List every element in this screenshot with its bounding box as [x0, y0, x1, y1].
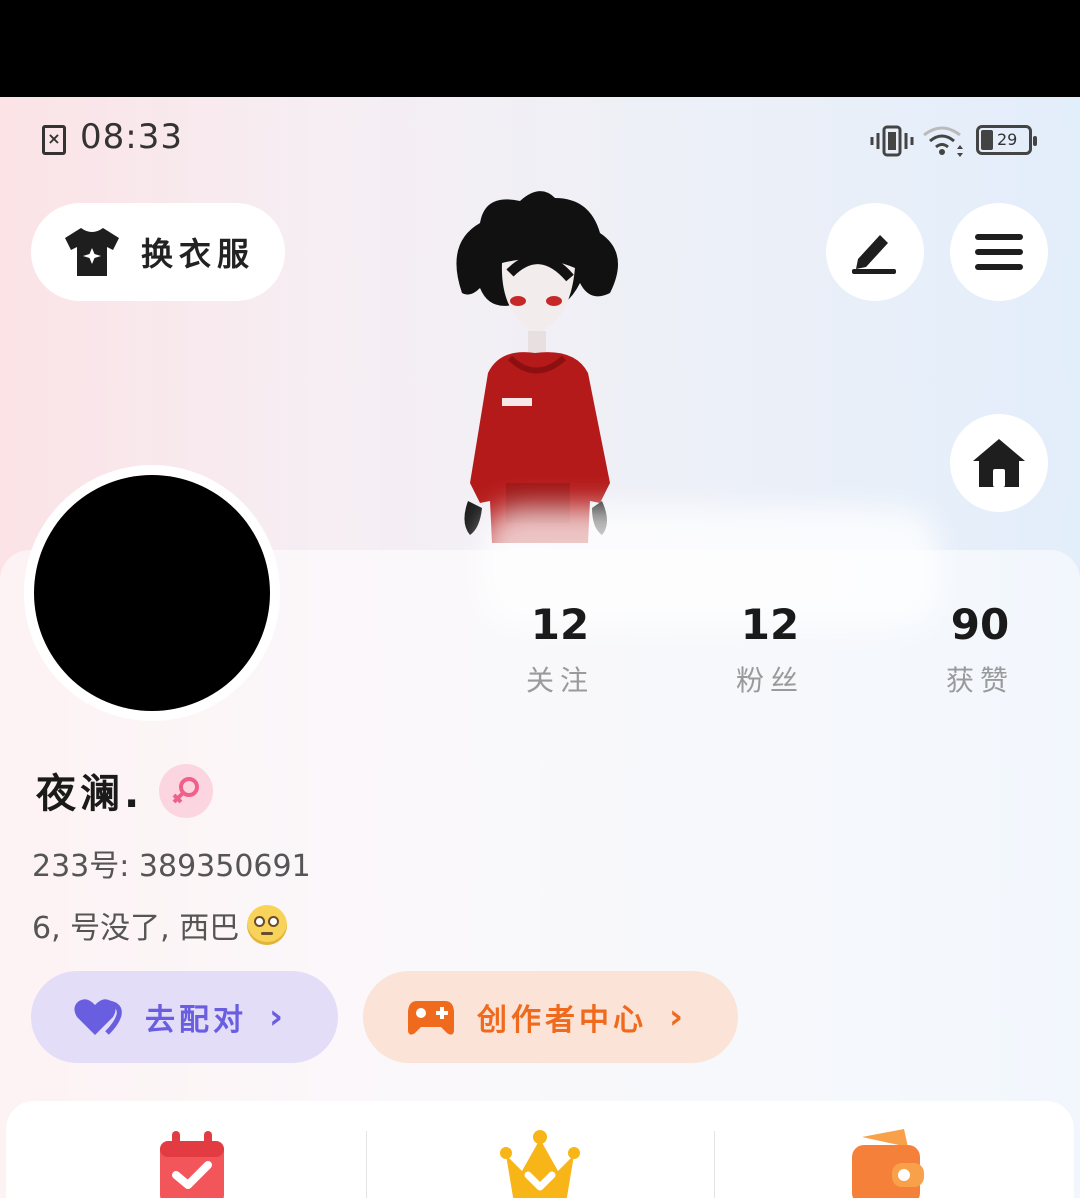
go-match-label: 去配对 [145, 1003, 247, 1038]
battery-icon: 29 [976, 125, 1037, 155]
change-outfit-button[interactable]: 换衣服 [31, 203, 285, 301]
creator-center-button[interactable]: 创作者中心 › [363, 971, 738, 1063]
user-id: 233号: 389350691 [32, 849, 311, 884]
edit-profile-button[interactable] [826, 203, 924, 301]
likes-label: 获赞 [945, 664, 1014, 697]
eye-roll-emoji-icon [247, 905, 288, 945]
menu-button[interactable] [950, 203, 1048, 301]
gender-badge [159, 764, 213, 818]
status-time: 08:33 [80, 117, 183, 157]
vibrate-icon [870, 125, 914, 157]
divider [714, 1131, 715, 1198]
female-icon [172, 777, 199, 804]
bio-text: 6, 号没了, 西巴 [32, 911, 240, 946]
bottom-shortcuts [6, 1101, 1074, 1198]
bio: 6, 号没了, 西巴 [32, 903, 288, 947]
avatar[interactable] [34, 475, 270, 711]
change-outfit-label: 换衣服 [141, 235, 256, 273]
calendar-check-icon[interactable] [156, 1127, 236, 1198]
wifi-icon [923, 126, 963, 157]
battery-level [981, 130, 993, 150]
fans-count: 12 [740, 600, 800, 649]
home-icon [973, 439, 1025, 487]
wallet-icon[interactable] [848, 1127, 928, 1198]
stat-fans[interactable]: 12 粉丝 [700, 597, 840, 699]
battery-percent: 29 [997, 130, 1018, 149]
creator-center-label: 创作者中心 [477, 1003, 647, 1038]
profile-screen: × 08:33 29 换衣服 12 关注 12 粉丝 90 获赞 夜澜. 233… [0, 97, 1080, 1198]
menu-icon [975, 234, 1023, 270]
sim-off-icon: × [42, 125, 66, 155]
stat-likes[interactable]: 90 获赞 [910, 597, 1050, 699]
username: 夜澜. [36, 771, 144, 817]
following-label: 关注 [525, 664, 594, 697]
tshirt-icon [65, 228, 119, 276]
go-match-button[interactable]: 去配对 › [31, 971, 338, 1063]
gamepad-icon [408, 1001, 454, 1035]
following-count: 12 [530, 600, 590, 649]
fans-label: 粉丝 [735, 664, 804, 697]
chevron-right-icon: › [269, 997, 284, 1037]
stat-following[interactable]: 12 关注 [490, 597, 630, 699]
status-bar: × 08:33 29 [0, 97, 1080, 177]
crown-icon[interactable] [500, 1127, 580, 1198]
divider [366, 1131, 367, 1198]
home-button[interactable] [950, 414, 1048, 512]
edit-icon [852, 235, 896, 274]
top-black-bar [0, 0, 1080, 97]
heart-icon [74, 999, 122, 1035]
avatar-character [456, 191, 618, 543]
chevron-right-icon: › [669, 997, 684, 1037]
likes-count: 90 [950, 600, 1010, 649]
